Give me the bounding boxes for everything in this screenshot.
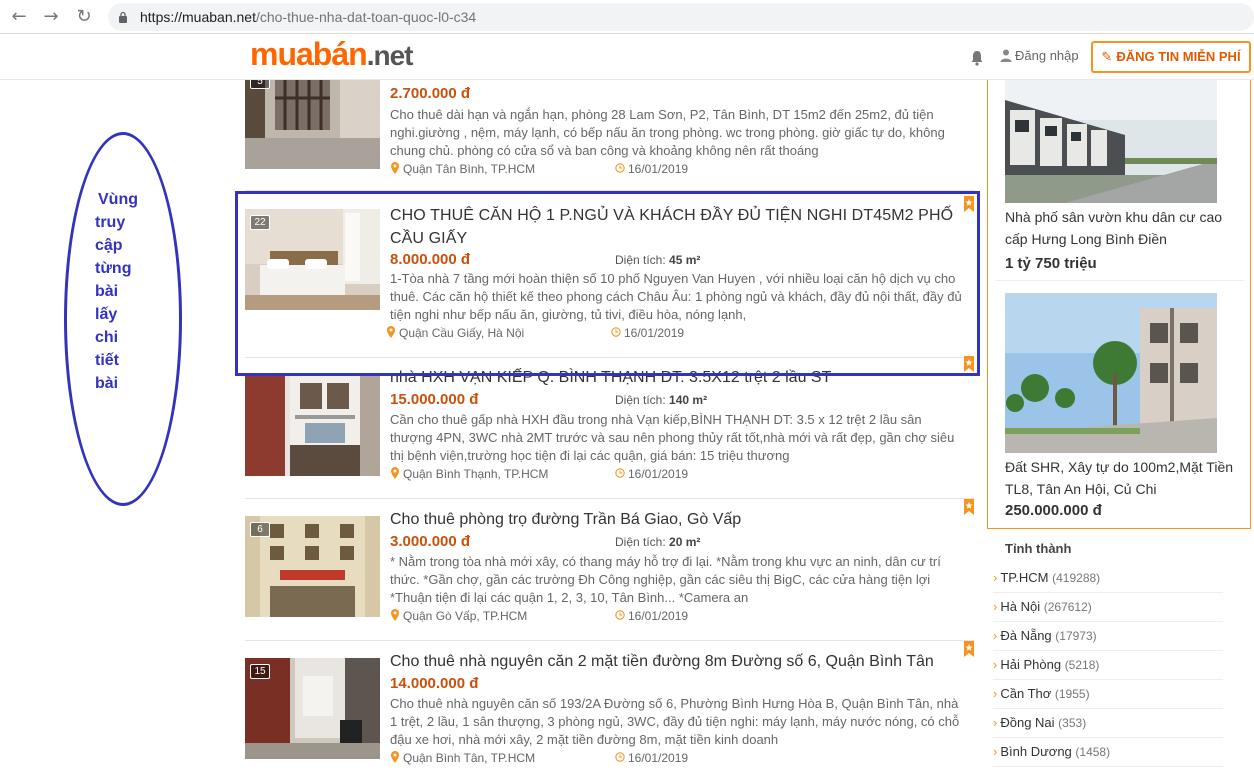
photo-count-badge: 6	[250, 522, 270, 537]
listing-date: 16/01/2019	[615, 162, 688, 176]
villa-row-photo	[1005, 80, 1217, 203]
listing-date: 16/01/2019	[615, 751, 688, 765]
listing-area: Diện tích: 20 m²	[615, 535, 701, 549]
province-item[interactable]: › Đồng Nai (353)	[993, 709, 1223, 738]
listing-price: 14.000.000 đ	[390, 675, 479, 692]
ad-title[interactable]: Đất SHR, Xây tự do 100m2,Mặt Tiền TL8, T…	[1005, 456, 1237, 500]
listing-item[interactable]: 6 Cho thuê phòng trọ đường Trần Bá Giao,…	[245, 499, 975, 634]
bookmark-icon[interactable]	[963, 499, 975, 515]
pencil-icon: ✎	[1101, 49, 1113, 64]
listing-thumbnail[interactable]: 6	[245, 516, 380, 617]
listing-description: Cho thuê nhà nguyên căn số 193/2A Đường …	[390, 696, 960, 747]
clock-icon	[615, 610, 625, 620]
clock-icon	[615, 468, 625, 478]
listing-location: Quận Bình Thạnh, TP.HCM	[390, 467, 548, 481]
map-pin-icon	[391, 467, 399, 479]
chevron-right-icon: ›	[993, 570, 998, 585]
sidebar-ads: Nhà phố sân vườn khu dân cư cao cấp Hưng…	[987, 80, 1251, 529]
listing-item[interactable]: 15 Cho thuê nhà nguyên căn 2 mặt tiền đư…	[245, 641, 975, 774]
ad-image[interactable]	[1005, 80, 1217, 203]
browser-toolbar: ← → ↻ https://muaban.net/cho-thue-nha-da…	[0, 0, 1254, 34]
province-item[interactable]: › TP.HCM (419288)	[993, 564, 1223, 593]
post-free-ad-button[interactable]: ✎ ĐĂNG TIN MIỄN PHÍ	[1091, 41, 1251, 73]
province-item[interactable]: › Cần Thơ (1955)	[993, 680, 1223, 709]
listing-description: Cho thuê dài hạn và ngắn hạn, phòng 28 L…	[390, 107, 945, 158]
annotation-note: Vùng truy cập từng bài lấy chi tiết bài	[95, 191, 138, 392]
listing-price: 3.000.000 đ	[390, 533, 471, 550]
site-header: muabán.net Đăng nhập ✎ ĐĂNG TIN MIỄN PHÍ	[0, 34, 1254, 80]
listing-divider	[245, 498, 975, 499]
chevron-right-icon: ›	[993, 686, 998, 701]
reload-icon[interactable]: ↻	[73, 6, 95, 28]
street-land-photo	[1005, 293, 1217, 453]
listing-title[interactable]: Cho thuê nhà nguyên căn 2 mặt tiền đường…	[390, 651, 934, 673]
listing-divider	[245, 640, 975, 641]
province-item[interactable]: › Hà Nội (267612)	[993, 593, 1223, 622]
listing-location: Quận Gò Vấp, TP.HCM	[390, 609, 527, 623]
lock-icon	[119, 11, 127, 23]
login-link[interactable]: Đăng nhập	[1000, 48, 1079, 63]
chevron-right-icon: ›	[993, 628, 998, 643]
ad-price: 250.000.000 đ	[1005, 502, 1102, 519]
listing-thumbnail[interactable]	[245, 375, 380, 476]
url-text: https://muaban.net/cho-thue-nha-dat-toan…	[140, 9, 477, 25]
ad-price: 1 tỷ 750 triệu	[1005, 255, 1097, 272]
address-bar[interactable]: https://muaban.net/cho-thue-nha-dat-toan…	[108, 3, 1254, 31]
townhouse-photo	[245, 375, 380, 476]
province-item[interactable]: › Đà Nẵng (17973)	[993, 622, 1223, 651]
map-pin-icon	[391, 162, 399, 174]
chevron-right-icon: ›	[993, 715, 998, 730]
listing-description: * Nằm trong tòa nhà mới xây, có thang má…	[390, 554, 941, 605]
province-item[interactable]: › Bình Dương (1458)	[993, 738, 1223, 767]
listing-thumbnail[interactable]: 15	[245, 658, 380, 759]
annotation-highlight-box	[235, 191, 980, 376]
chevron-right-icon: ›	[993, 657, 998, 672]
listing-thumbnail[interactable]: 5	[245, 68, 380, 169]
chevron-right-icon: ›	[993, 599, 998, 614]
province-list: Tỉnh thành › TP.HCM (419288) › Hà Nội (267…	[988, 534, 1238, 774]
map-pin-icon	[391, 609, 399, 621]
listing-item[interactable]: nhà HXH VẠN KIẾP Q. BÌNH THẠNH DT: 3.5X1…	[245, 356, 975, 492]
listing-description: Cần cho thuê gấp nhà HXH đầu trong nhà V…	[390, 412, 955, 463]
clock-icon	[615, 163, 625, 173]
listing-location: Quận Bình Tân, TP.HCM	[390, 751, 535, 765]
back-arrow-icon[interactable]: ←	[8, 6, 30, 28]
ad-title[interactable]: Nhà phố sân vườn khu dân cư cao cấp Hưng…	[1005, 206, 1237, 250]
user-icon	[1000, 49, 1012, 62]
listing-title[interactable]: Cho thuê phòng trọ đường Trần Bá Giao, G…	[390, 509, 741, 531]
map-pin-icon	[391, 751, 399, 763]
province-heading: Tỉnh thành	[1005, 541, 1072, 556]
ad-image[interactable]	[1005, 293, 1217, 453]
listing-area: Diện tích: 140 m²	[615, 393, 708, 407]
forward-arrow-icon[interactable]: →	[40, 6, 62, 28]
photo-count-badge: 15	[250, 664, 270, 679]
bell-icon[interactable]	[969, 50, 985, 66]
site-logo[interactable]: muabán.net	[250, 36, 413, 78]
province-item[interactable]: › Hải Phòng (5218)	[993, 651, 1223, 680]
listing-price: 15.000.000 đ	[390, 391, 479, 408]
chevron-right-icon: ›	[993, 744, 998, 759]
listing-date: 16/01/2019	[615, 467, 688, 481]
listing-price: 2.700.000 đ	[390, 85, 471, 102]
ad-divider	[996, 280, 1244, 281]
listing-item[interactable]: 5 2.700.000 đ Cho thuê dài hạn và ngắn h…	[245, 68, 975, 178]
clock-icon	[615, 752, 625, 762]
listing-location: Quận Tân Bình, TP.HCM	[390, 162, 535, 176]
listing-date: 16/01/2019	[615, 609, 688, 623]
bookmark-icon[interactable]	[963, 641, 975, 657]
